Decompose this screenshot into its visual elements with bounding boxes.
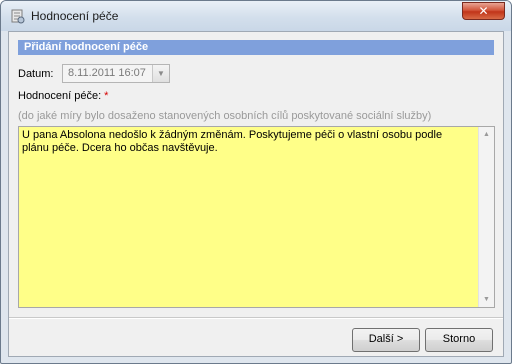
evaluation-textarea[interactable]: U pana Absolona nedošlo k žádným změnám.… bbox=[18, 126, 495, 308]
close-button[interactable]: ✕ bbox=[462, 2, 505, 20]
section-header: Přidání hodnocení péče bbox=[18, 40, 494, 55]
dialog-body: Přidání hodnocení péče Datum: 8.11.2011 … bbox=[8, 31, 504, 357]
evaluation-hint: (do jaké míry bylo dosaženo stanovených … bbox=[18, 110, 432, 122]
vertical-scrollbar[interactable]: ▲ ▼ bbox=[478, 127, 494, 307]
date-value: 8.11.2011 16:07 bbox=[68, 67, 146, 79]
scroll-up-icon[interactable]: ▲ bbox=[479, 127, 494, 142]
date-picker[interactable]: 8.11.2011 16:07 ▼ bbox=[62, 64, 170, 83]
evaluation-label: Hodnocení péče: * bbox=[18, 90, 108, 102]
dialog-window: Hodnocení péče ✕ Přidání hodnocení péče … bbox=[0, 0, 512, 364]
footer-divider bbox=[9, 317, 503, 319]
title-bar[interactable]: Hodnocení péče ✕ bbox=[1, 1, 511, 31]
app-icon bbox=[9, 8, 25, 24]
next-button[interactable]: Další > bbox=[352, 328, 420, 352]
evaluation-text[interactable]: U pana Absolona nedošlo k žádným změnám.… bbox=[22, 129, 470, 155]
date-label: Datum: bbox=[18, 68, 54, 80]
window-title: Hodnocení péče bbox=[31, 9, 119, 23]
cancel-button[interactable]: Storno bbox=[425, 328, 493, 352]
chevron-down-icon[interactable]: ▼ bbox=[152, 65, 169, 82]
scroll-down-icon[interactable]: ▼ bbox=[479, 292, 494, 307]
required-mark: * bbox=[104, 90, 109, 102]
evaluation-label-text: Hodnocení péče: bbox=[18, 90, 102, 102]
